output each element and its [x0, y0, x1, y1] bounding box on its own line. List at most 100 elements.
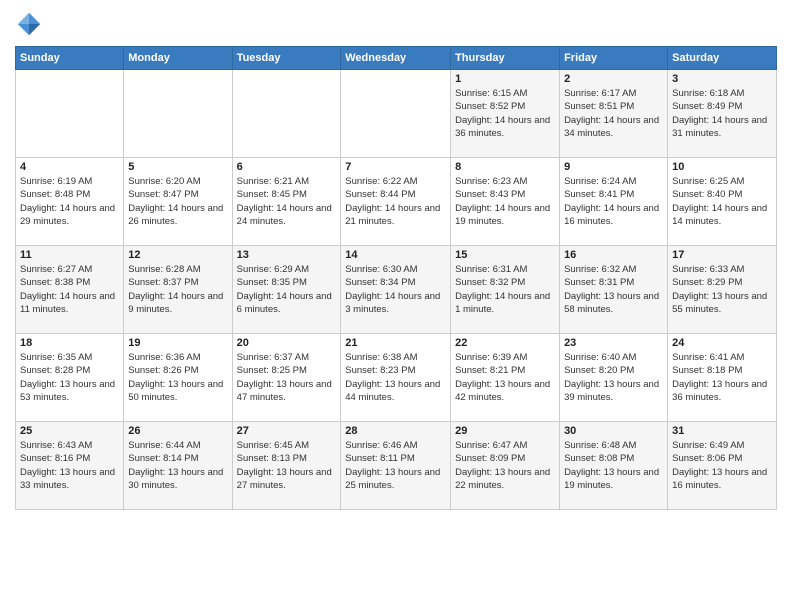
- day-number: 6: [237, 161, 337, 173]
- calendar-cell: 28 Sunrise: 6:46 AM Sunset: 8:11 PM Dayli…: [341, 422, 451, 510]
- day-info: Sunrise: 6:49 AM Sunset: 8:06 PM Dayligh…: [672, 439, 772, 492]
- calendar-cell: 1Sunrise: 6:15 AM Sunset: 8:52 PM Daylig…: [451, 70, 560, 158]
- day-number: 10: [672, 161, 772, 173]
- day-number: 4: [20, 161, 119, 173]
- calendar-cell: 22Sunrise: 6:39 AM Sunset: 8:21 PM Dayli…: [451, 334, 560, 422]
- day-number: 1: [455, 73, 555, 85]
- day-info: Sunrise: 6:39 AM Sunset: 8:21 PM Dayligh…: [455, 351, 555, 404]
- calendar-cell: 11 Sunrise: 6:27 AM Sunset: 8:38 PM Dayli…: [16, 246, 124, 334]
- day-number: 18: [20, 337, 119, 349]
- day-info: Sunrise: 6:47 AM Sunset: 8:09 PM Dayligh…: [455, 439, 555, 492]
- day-number: 19: [128, 337, 227, 349]
- calendar-cell: 31 Sunrise: 6:49 AM Sunset: 8:06 PM Dayli…: [668, 422, 777, 510]
- day-info: Sunrise: 6:43 AM Sunset: 8:16 PM Dayligh…: [20, 439, 119, 492]
- calendar-cell: 15Sunrise: 6:31 AM Sunset: 8:32 PM Dayli…: [451, 246, 560, 334]
- weekday-header-friday: Friday: [560, 47, 668, 70]
- day-info: Sunrise: 6:27 AM Sunset: 8:38 PM Dayligh…: [20, 263, 119, 316]
- day-number: 15: [455, 249, 555, 261]
- day-number: 5: [128, 161, 227, 173]
- calendar-cell: [124, 70, 232, 158]
- day-info: Sunrise: 6:35 AM Sunset: 8:28 PM Dayligh…: [20, 351, 119, 404]
- calendar-cell: 21 Sunrise: 6:38 AM Sunset: 8:23 PM Dayli…: [341, 334, 451, 422]
- day-info: Sunrise: 6:18 AM Sunset: 8:49 PM Dayligh…: [672, 87, 772, 140]
- day-info: Sunrise: 6:21 AM Sunset: 8:45 PM Dayligh…: [237, 175, 337, 228]
- day-info: Sunrise: 6:25 AM Sunset: 8:40 PM Dayligh…: [672, 175, 772, 228]
- calendar-cell: 24 Sunrise: 6:41 AM Sunset: 8:18 PM Dayli…: [668, 334, 777, 422]
- calendar-cell: 17 Sunrise: 6:33 AM Sunset: 8:29 PM Dayli…: [668, 246, 777, 334]
- day-number: 21: [345, 337, 446, 349]
- day-info: Sunrise: 6:41 AM Sunset: 8:18 PM Dayligh…: [672, 351, 772, 404]
- day-number: 17: [672, 249, 772, 261]
- calendar-cell: 12 Sunrise: 6:28 AM Sunset: 8:37 PM Dayli…: [124, 246, 232, 334]
- day-info: Sunrise: 6:29 AM Sunset: 8:35 PM Dayligh…: [237, 263, 337, 316]
- calendar-cell: 18 Sunrise: 6:35 AM Sunset: 8:28 PM Dayli…: [16, 334, 124, 422]
- day-number: 31: [672, 425, 772, 437]
- calendar-cell: [232, 70, 341, 158]
- logo: [15, 10, 47, 38]
- day-info: Sunrise: 6:45 AM Sunset: 8:13 PM Dayligh…: [237, 439, 337, 492]
- day-number: 20: [237, 337, 337, 349]
- day-info: Sunrise: 6:23 AM Sunset: 8:43 PM Dayligh…: [455, 175, 555, 228]
- day-info: Sunrise: 6:33 AM Sunset: 8:29 PM Dayligh…: [672, 263, 772, 316]
- day-number: 7: [345, 161, 446, 173]
- calendar-cell: 5 Sunrise: 6:20 AM Sunset: 8:47 PM Daylig…: [124, 158, 232, 246]
- calendar-cell: 4 Sunrise: 6:19 AM Sunset: 8:48 PM Daylig…: [16, 158, 124, 246]
- calendar-cell: 26 Sunrise: 6:44 AM Sunset: 8:14 PM Dayli…: [124, 422, 232, 510]
- day-number: 11: [20, 249, 119, 261]
- day-info: Sunrise: 6:22 AM Sunset: 8:44 PM Dayligh…: [345, 175, 446, 228]
- day-info: Sunrise: 6:48 AM Sunset: 8:08 PM Dayligh…: [564, 439, 663, 492]
- day-number: 28: [345, 425, 446, 437]
- calendar-cell: [341, 70, 451, 158]
- calendar-cell: [16, 70, 124, 158]
- logo-icon: [15, 10, 43, 38]
- weekday-header-wednesday: Wednesday: [341, 47, 451, 70]
- weekday-header-monday: Monday: [124, 47, 232, 70]
- day-info: Sunrise: 6:20 AM Sunset: 8:47 PM Dayligh…: [128, 175, 227, 228]
- day-info: Sunrise: 6:32 AM Sunset: 8:31 PM Dayligh…: [564, 263, 663, 316]
- calendar-cell: 10 Sunrise: 6:25 AM Sunset: 8:40 PM Dayli…: [668, 158, 777, 246]
- day-info: Sunrise: 6:17 AM Sunset: 8:51 PM Dayligh…: [564, 87, 663, 140]
- calendar-cell: 3 Sunrise: 6:18 AM Sunset: 8:49 PM Daylig…: [668, 70, 777, 158]
- day-info: Sunrise: 6:44 AM Sunset: 8:14 PM Dayligh…: [128, 439, 227, 492]
- day-number: 14: [345, 249, 446, 261]
- calendar-cell: 2 Sunrise: 6:17 AM Sunset: 8:51 PM Daylig…: [560, 70, 668, 158]
- week-row-1: 1Sunrise: 6:15 AM Sunset: 8:52 PM Daylig…: [16, 70, 777, 158]
- day-number: 25: [20, 425, 119, 437]
- day-info: Sunrise: 6:36 AM Sunset: 8:26 PM Dayligh…: [128, 351, 227, 404]
- day-info: Sunrise: 6:19 AM Sunset: 8:48 PM Dayligh…: [20, 175, 119, 228]
- calendar-cell: 7 Sunrise: 6:22 AM Sunset: 8:44 PM Daylig…: [341, 158, 451, 246]
- day-number: 8: [455, 161, 555, 173]
- week-row-2: 4 Sunrise: 6:19 AM Sunset: 8:48 PM Daylig…: [16, 158, 777, 246]
- day-number: 26: [128, 425, 227, 437]
- calendar-cell: 27 Sunrise: 6:45 AM Sunset: 8:13 PM Dayli…: [232, 422, 341, 510]
- week-row-3: 11 Sunrise: 6:27 AM Sunset: 8:38 PM Dayli…: [16, 246, 777, 334]
- calendar-cell: 16 Sunrise: 6:32 AM Sunset: 8:31 PM Dayli…: [560, 246, 668, 334]
- day-number: 12: [128, 249, 227, 261]
- calendar-header: SundayMondayTuesdayWednesdayThursdayFrid…: [16, 47, 777, 70]
- weekday-row: SundayMondayTuesdayWednesdayThursdayFrid…: [16, 47, 777, 70]
- day-number: 23: [564, 337, 663, 349]
- day-number: 3: [672, 73, 772, 85]
- weekday-header-sunday: Sunday: [16, 47, 124, 70]
- day-info: Sunrise: 6:37 AM Sunset: 8:25 PM Dayligh…: [237, 351, 337, 404]
- day-number: 9: [564, 161, 663, 173]
- day-info: Sunrise: 6:46 AM Sunset: 8:11 PM Dayligh…: [345, 439, 446, 492]
- day-number: 29: [455, 425, 555, 437]
- week-row-4: 18 Sunrise: 6:35 AM Sunset: 8:28 PM Dayli…: [16, 334, 777, 422]
- weekday-header-saturday: Saturday: [668, 47, 777, 70]
- day-info: Sunrise: 6:28 AM Sunset: 8:37 PM Dayligh…: [128, 263, 227, 316]
- day-number: 16: [564, 249, 663, 261]
- day-number: 24: [672, 337, 772, 349]
- calendar-body: 1Sunrise: 6:15 AM Sunset: 8:52 PM Daylig…: [16, 70, 777, 510]
- calendar-cell: 6 Sunrise: 6:21 AM Sunset: 8:45 PM Daylig…: [232, 158, 341, 246]
- calendar-cell: 13Sunrise: 6:29 AM Sunset: 8:35 PM Dayli…: [232, 246, 341, 334]
- calendar-cell: 25 Sunrise: 6:43 AM Sunset: 8:16 PM Dayli…: [16, 422, 124, 510]
- day-number: 2: [564, 73, 663, 85]
- weekday-header-tuesday: Tuesday: [232, 47, 341, 70]
- page: SundayMondayTuesdayWednesdayThursdayFrid…: [0, 0, 792, 612]
- day-info: Sunrise: 6:38 AM Sunset: 8:23 PM Dayligh…: [345, 351, 446, 404]
- calendar-cell: 30Sunrise: 6:48 AM Sunset: 8:08 PM Dayli…: [560, 422, 668, 510]
- day-number: 27: [237, 425, 337, 437]
- week-row-5: 25 Sunrise: 6:43 AM Sunset: 8:16 PM Dayli…: [16, 422, 777, 510]
- day-info: Sunrise: 6:24 AM Sunset: 8:41 PM Dayligh…: [564, 175, 663, 228]
